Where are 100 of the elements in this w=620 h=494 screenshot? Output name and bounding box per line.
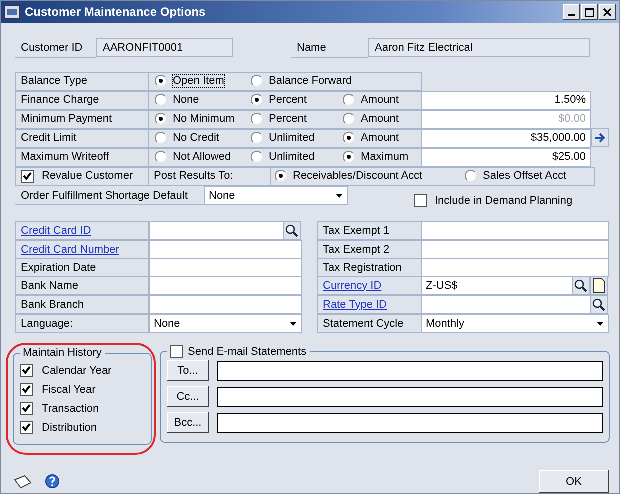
- radio-button[interactable]: [343, 132, 355, 144]
- checkbox[interactable]: [20, 402, 33, 415]
- option-label: Finance Charge: [21, 94, 100, 106]
- text-field[interactable]: [149, 276, 302, 295]
- radio-label: Sales Offset Acct: [483, 170, 567, 182]
- amount-field[interactable]: $35,000.00: [421, 128, 591, 148]
- window-title: Customer Maintenance Options: [25, 5, 207, 19]
- field-label: Order Fulfillment Shortage Default: [21, 190, 188, 202]
- field-label: Language:: [21, 318, 73, 330]
- radio-button[interactable]: [251, 132, 263, 144]
- radio-label: Amount: [361, 113, 399, 125]
- radio-label: Percent: [269, 113, 307, 125]
- ok-button[interactable]: OK: [539, 470, 609, 493]
- minimize-button[interactable]: [563, 4, 580, 20]
- radio-button[interactable]: [251, 94, 263, 106]
- text-field[interactable]: [421, 258, 609, 277]
- dropdown[interactable]: Monthly: [421, 314, 609, 333]
- email-field[interactable]: [217, 386, 603, 406]
- arrow-right-icon: [594, 132, 606, 142]
- radio-label: Not Allowed: [173, 151, 232, 163]
- field-label: Bank Name: [21, 280, 78, 292]
- email-field[interactable]: [217, 360, 603, 380]
- recipient-button[interactable]: Cc...: [167, 386, 209, 407]
- checkbox[interactable]: [20, 421, 33, 434]
- text-field[interactable]: [421, 295, 591, 314]
- close-button[interactable]: [599, 4, 616, 20]
- email-field[interactable]: [217, 412, 603, 432]
- radio-button[interactable]: [155, 151, 167, 163]
- radio-label: Maximum: [361, 151, 409, 163]
- lookup-button[interactable]: [590, 295, 608, 314]
- option-label: Balance Type: [21, 75, 88, 87]
- note-icon[interactable]: [13, 474, 33, 490]
- search-icon: [574, 278, 588, 292]
- maximize-icon: [585, 8, 594, 16]
- search-icon: [592, 298, 606, 312]
- radio-button[interactable]: [155, 132, 167, 144]
- note-icon: [593, 278, 605, 293]
- radio-label: Percent: [269, 94, 307, 106]
- radio-button[interactable]: [155, 75, 167, 87]
- app-icon: [4, 5, 20, 19]
- maximize-button[interactable]: [581, 4, 598, 20]
- field-label: Statement Cycle: [323, 318, 404, 330]
- radio-button[interactable]: [343, 94, 355, 106]
- amount-field[interactable]: 1.50%: [421, 90, 591, 110]
- text-field[interactable]: [149, 295, 302, 314]
- radio-label: Unlimited: [269, 132, 315, 144]
- group-title: Maintain History: [23, 347, 102, 359]
- expand-button[interactable]: [591, 128, 609, 147]
- field-label: Bank Branch: [21, 298, 84, 310]
- customer-name-field[interactable]: Aaron Fitz Electrical: [368, 38, 590, 57]
- field-label: Name: [297, 42, 326, 54]
- radio-label: No Minimum: [173, 113, 235, 125]
- customer-id-field[interactable]: AARONFIT0001: [96, 38, 233, 57]
- field-label: Tax Exempt 1: [323, 224, 390, 236]
- field-label: Tax Exempt 2: [323, 244, 390, 256]
- checkbox-label: Calendar Year: [42, 364, 112, 376]
- radio-button[interactable]: [465, 170, 477, 182]
- checkbox-label: Transaction: [42, 402, 100, 414]
- recipient-button[interactable]: Bcc...: [167, 412, 209, 433]
- option-label: Credit Limit: [21, 132, 77, 144]
- checkbox[interactable]: [21, 170, 34, 182]
- radio-label: No Credit: [173, 132, 220, 144]
- dropdown[interactable]: None: [204, 186, 348, 205]
- option-label: Minimum Payment: [21, 113, 112, 125]
- close-icon: [603, 8, 612, 16]
- radio-label: Receivables/Discount Acct: [293, 170, 423, 182]
- help-icon[interactable]: [45, 474, 60, 489]
- checkbox-label: Revalue Customer: [42, 170, 134, 182]
- checkbox-label: Fiscal Year: [42, 384, 96, 396]
- checkbox[interactable]: [414, 194, 427, 207]
- radio-button[interactable]: [343, 151, 355, 163]
- option-label: Maximum Writeoff: [21, 151, 110, 163]
- checkbox[interactable]: [20, 364, 33, 377]
- checkbox-label: Send E-mail Statements: [188, 346, 307, 358]
- lookup-button[interactable]: [283, 221, 301, 240]
- text-field[interactable]: [149, 240, 302, 259]
- text-field[interactable]: [421, 240, 609, 259]
- field-label: Tax Registration: [323, 262, 402, 274]
- radio-button[interactable]: [155, 94, 167, 106]
- checkbox[interactable]: [170, 345, 183, 358]
- note-button[interactable]: [590, 276, 608, 295]
- text-field[interactable]: [149, 258, 302, 277]
- radio-button[interactable]: [251, 151, 263, 163]
- radio-label: Open Item: [173, 75, 224, 87]
- radio-label: None: [173, 94, 200, 106]
- radio-label: Balance Forward: [269, 75, 352, 87]
- radio-button[interactable]: [251, 75, 263, 87]
- recipient-button[interactable]: To...: [167, 360, 209, 381]
- radio-label: Amount: [361, 132, 399, 144]
- text-field[interactable]: [149, 221, 284, 240]
- search-icon: [285, 224, 299, 238]
- text-field[interactable]: [421, 221, 609, 240]
- radio-button[interactable]: [275, 170, 287, 182]
- dropdown[interactable]: None: [149, 314, 302, 333]
- field-label: Post Results To:: [154, 170, 234, 182]
- amount-field[interactable]: $25.00: [421, 148, 591, 166]
- text-field[interactable]: Z-US$: [421, 276, 573, 295]
- field-label: Customer ID: [21, 42, 83, 54]
- checkbox[interactable]: [20, 383, 33, 396]
- checkbox-label: Include in Demand Planning: [435, 194, 573, 206]
